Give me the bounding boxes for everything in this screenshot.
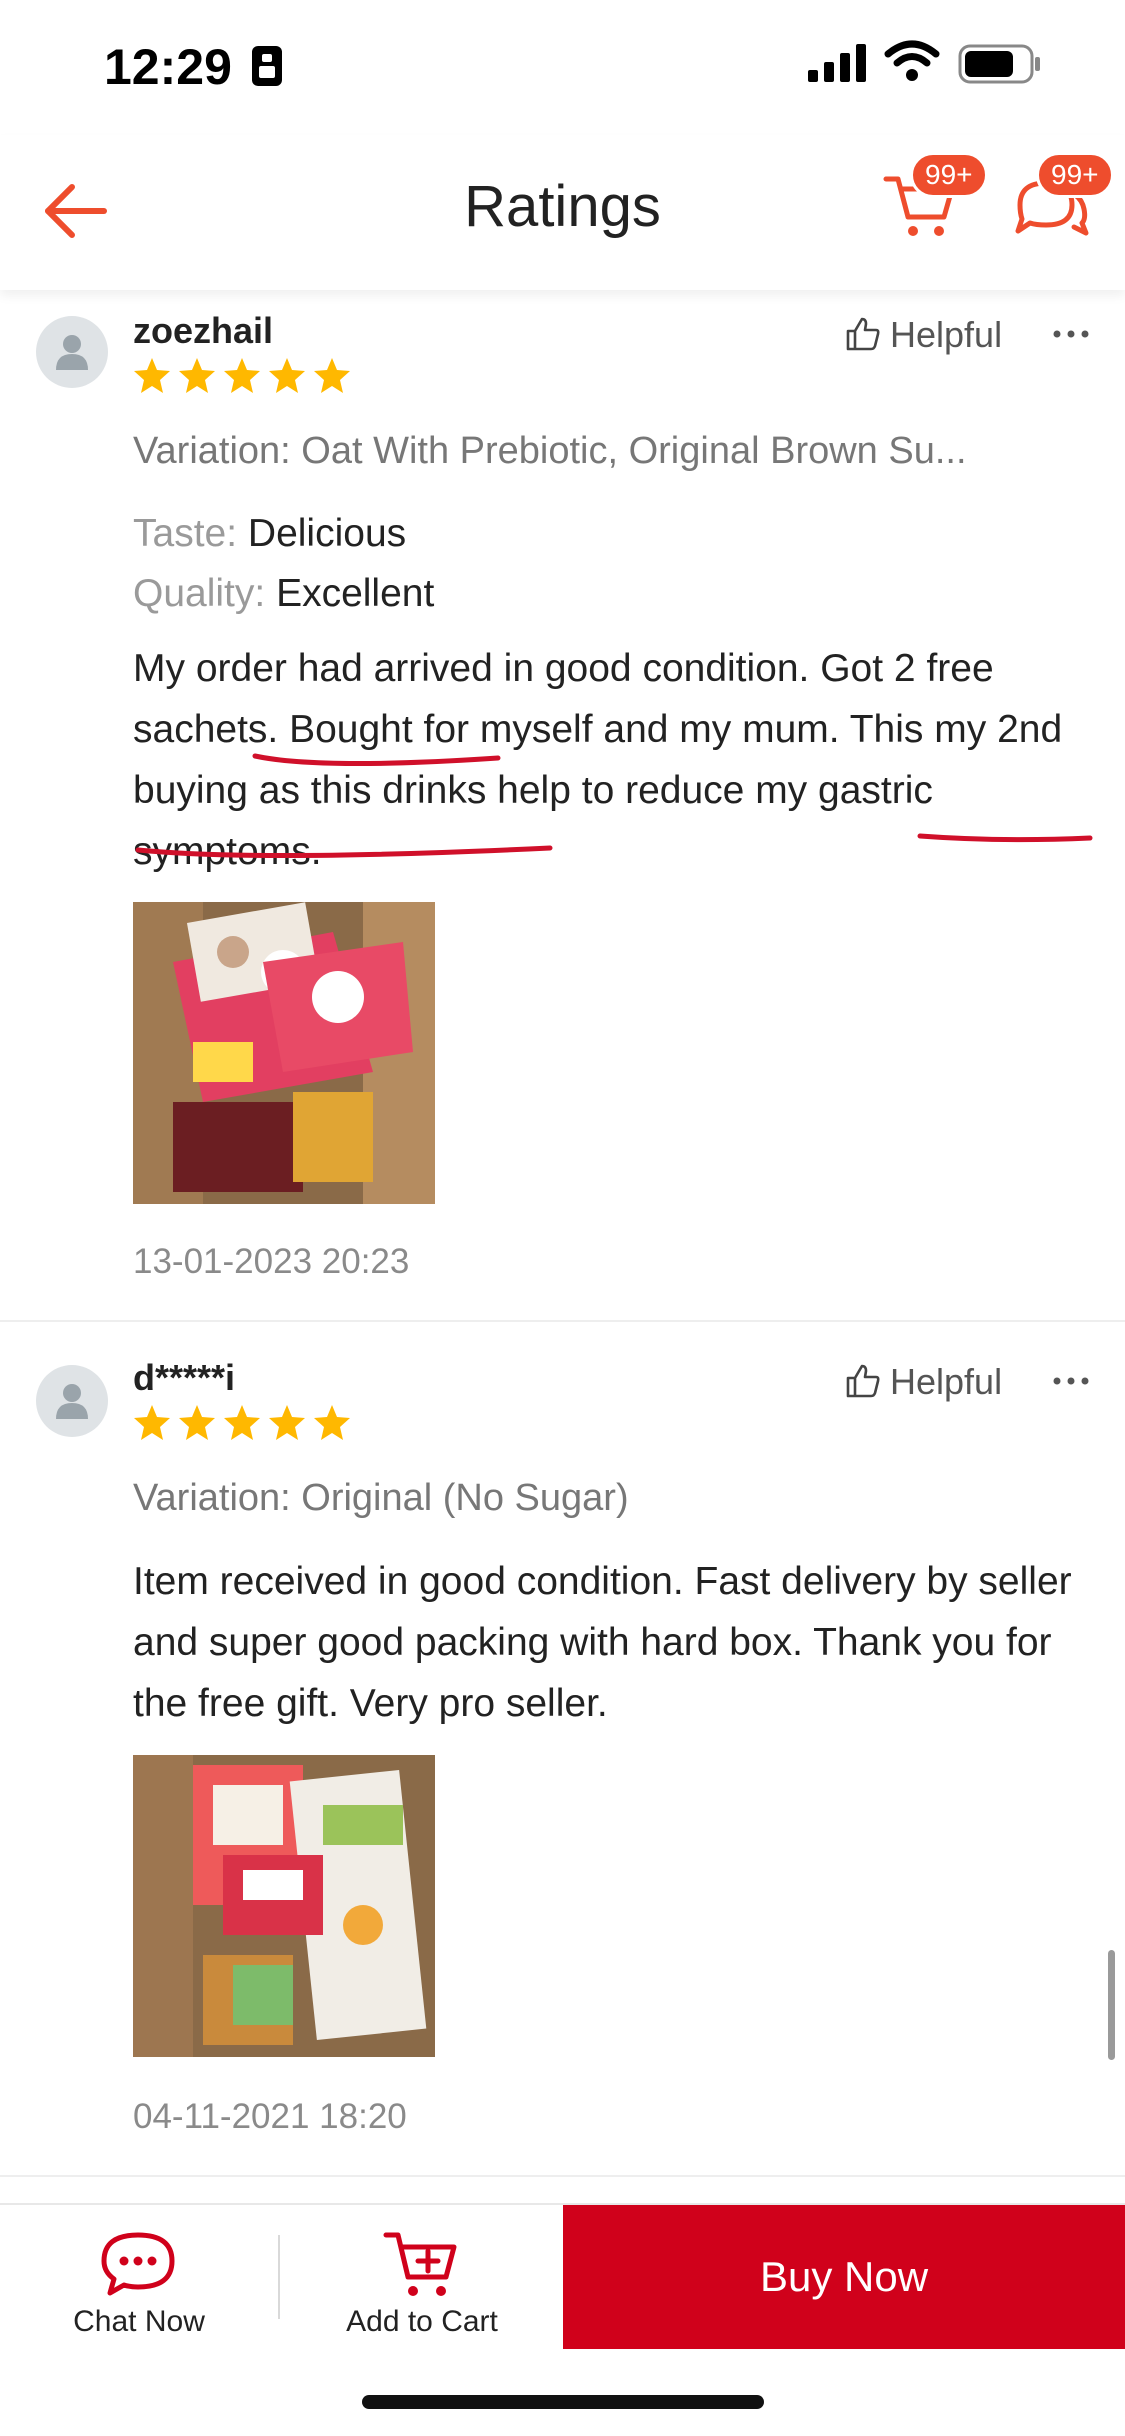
review-username: d*****i <box>133 1357 236 1398</box>
star-icon <box>314 1405 350 1440</box>
attribute-value: Delicious <box>247 512 407 555</box>
star-icon <box>224 358 260 393</box>
star-icon <box>224 1405 260 1440</box>
avatar <box>36 316 108 388</box>
sim-card-icon <box>250 44 284 93</box>
star-icon <box>269 1405 305 1440</box>
chat-badge: 99+ <box>1036 152 1114 198</box>
review-attribute-quality: Quality: Excellent <box>133 572 434 616</box>
helpful-button[interactable]: Helpful <box>844 314 1002 356</box>
review-attribute-taste: Taste: Delicious <box>133 512 406 556</box>
handwritten-underline-marks <box>135 753 1093 859</box>
review-photo[interactable] <box>133 1755 435 2057</box>
review-card: zoezhail Helpful Variation: Oat With Pre… <box>0 300 1125 1322</box>
star-rating <box>133 356 353 401</box>
star-icon <box>179 1405 215 1440</box>
star-icon <box>179 358 215 393</box>
chat-now-label: Chat Now <box>73 2305 205 2338</box>
status-bar: 12:29 <box>0 0 1125 135</box>
more-options-icon[interactable] <box>1052 314 1090 359</box>
review-photo[interactable] <box>133 902 435 1204</box>
battery-icon <box>958 44 1042 89</box>
attribute-value: Excellent <box>276 572 435 615</box>
avatar <box>36 1365 108 1437</box>
chat-now-button[interactable]: Chat Now <box>0 2205 278 2349</box>
review-variation: Variation: Original (No Sugar) <box>133 1477 629 1519</box>
chat-bubble-icon <box>101 2232 175 2296</box>
star-icon <box>314 358 350 393</box>
review-card: d*****i Helpful Variation: Original (No … <box>0 1345 1125 2177</box>
status-time: 12:29 <box>104 39 232 95</box>
review-date: 04-11-2021 18:20 <box>133 2097 407 2136</box>
helpful-button[interactable]: Helpful <box>844 1361 1002 1403</box>
home-indicator[interactable] <box>362 2395 764 2409</box>
thumbs-up-icon <box>846 1364 880 1398</box>
attribute-key: Quality: <box>133 572 266 615</box>
cart-badge: 99+ <box>910 152 988 198</box>
buy-now-button[interactable]: Buy Now <box>563 2205 1125 2349</box>
add-to-cart-label: Add to Cart <box>346 2305 498 2338</box>
review-username: zoezhail <box>133 310 274 351</box>
star-rating <box>133 1403 353 1448</box>
add-to-cart-button[interactable]: Add to Cart <box>282 2205 562 2349</box>
thumbs-up-icon <box>846 317 880 351</box>
attribute-key: Taste: <box>133 512 238 555</box>
star-icon <box>134 358 170 393</box>
more-options-icon[interactable] <box>1052 1361 1090 1406</box>
user-icon <box>56 335 88 370</box>
review-comment: Item received in good condition. Fast de… <box>133 1560 1072 1725</box>
helpful-label: Helpful <box>890 1361 1003 1402</box>
star-icon <box>134 1405 170 1440</box>
review-variation: Variation: Oat With Prebiotic, Original … <box>133 430 967 472</box>
cart-plus-icon <box>383 2232 457 2296</box>
star-icon <box>269 358 305 393</box>
cellular-signal-icon <box>808 44 870 87</box>
bottom-action-bar: Chat Now Add to Cart Buy Now <box>0 2203 1125 2349</box>
user-icon <box>56 1384 88 1419</box>
scrollbar[interactable] <box>1108 1950 1115 2060</box>
helpful-label: Helpful <box>890 314 1003 355</box>
wifi-icon <box>884 40 940 87</box>
review-date: 13-01-2023 20:23 <box>133 1242 410 1281</box>
divider <box>278 2235 280 2319</box>
